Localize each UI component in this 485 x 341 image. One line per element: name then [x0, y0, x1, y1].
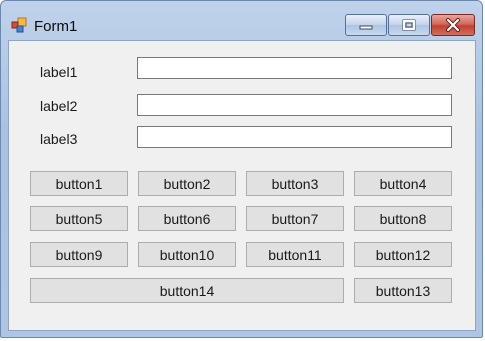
button3[interactable]: button3 — [246, 171, 344, 196]
minimize-button[interactable] — [345, 14, 387, 36]
maximize-icon — [402, 19, 416, 31]
button14[interactable]: button14 — [30, 278, 344, 303]
close-button[interactable] — [431, 14, 475, 36]
window-title: Form1 — [34, 18, 78, 35]
button1[interactable]: button1 — [30, 171, 128, 196]
button13[interactable]: button13 — [354, 278, 452, 303]
close-icon — [446, 18, 460, 32]
textbox3[interactable] — [137, 126, 452, 148]
maximize-button[interactable] — [388, 14, 430, 36]
form-client-area: label1 label2 label3 button1 button2 but… — [8, 40, 476, 331]
textbox2[interactable] — [137, 94, 452, 116]
button10[interactable]: button10 — [138, 242, 236, 267]
title-bar[interactable]: Form1 — [1, 1, 484, 39]
button5[interactable]: button5 — [30, 206, 128, 231]
textbox1[interactable] — [137, 57, 452, 79]
button6[interactable]: button6 — [138, 206, 236, 231]
minimize-icon — [359, 25, 373, 30]
button8[interactable]: button8 — [354, 206, 452, 231]
button9[interactable]: button9 — [30, 242, 128, 267]
window-frame: Form1 label1 label2 label3 button1 butto… — [0, 0, 483, 338]
button4[interactable]: button4 — [354, 171, 452, 196]
label3: label3 — [40, 131, 78, 147]
app-form-icon — [11, 17, 27, 33]
label2: label2 — [40, 98, 78, 114]
button11[interactable]: button11 — [246, 242, 344, 267]
button2[interactable]: button2 — [138, 171, 236, 196]
button12[interactable]: button12 — [354, 242, 452, 267]
button7[interactable]: button7 — [246, 206, 344, 231]
label1: label1 — [40, 64, 78, 80]
